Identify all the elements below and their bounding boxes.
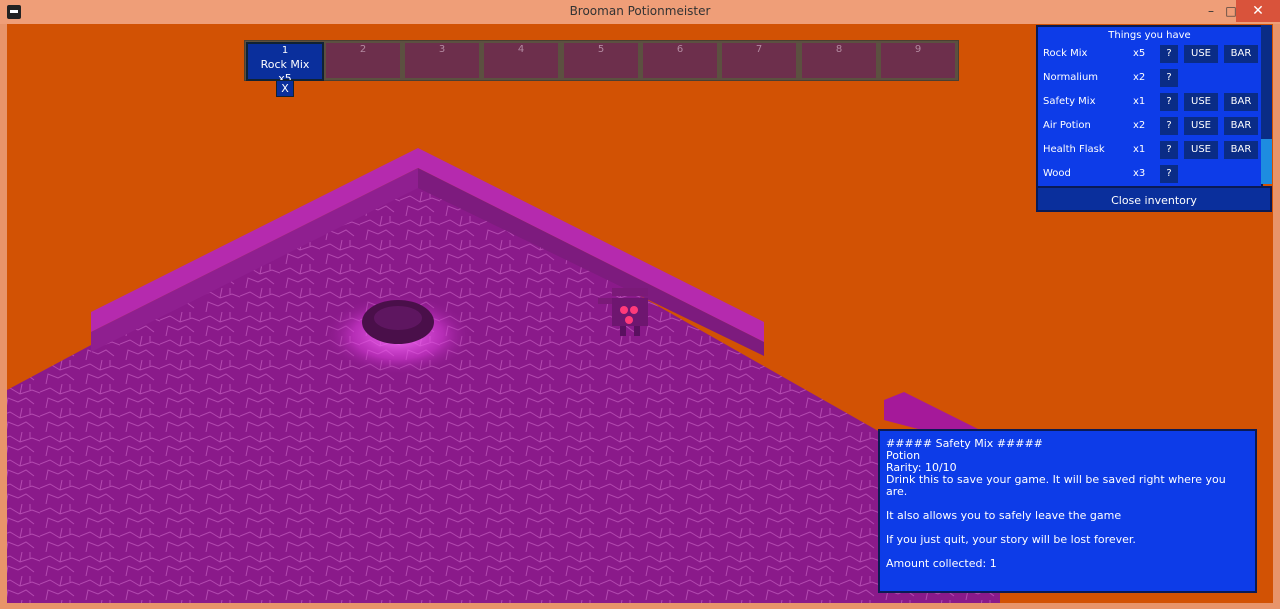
item-qty: x3 (1133, 168, 1146, 179)
window-title: Brooman Potionmeister (569, 4, 711, 18)
hotbar-slot-4[interactable]: 4 (484, 43, 558, 78)
item-bar-button[interactable]: BAR (1224, 93, 1258, 111)
hotbar-slot-3[interactable]: 3 (405, 43, 479, 78)
item-qty: x2 (1133, 72, 1146, 83)
slot-number: 4 (517, 44, 525, 55)
description-header: ##### Safety Mix ##### (886, 437, 1043, 450)
inventory-row: Safety Mix x1 ? USE BAR (1038, 93, 1270, 113)
slot-number: 7 (755, 44, 763, 55)
item-name: Normalium (1043, 72, 1099, 83)
slot-number: 1 (281, 45, 289, 56)
inventory-row: Rock Mix x5 ? USE BAR (1038, 45, 1270, 65)
hotbar-slot-1[interactable]: 1 Rock Mix x5 (246, 42, 324, 85)
item-info-button[interactable]: ? (1160, 117, 1178, 135)
item-description-panel: ##### Safety Mix ##### Potion Rarity: 10… (878, 429, 1257, 593)
item-name: Safety Mix (1043, 96, 1096, 107)
close-inventory-button[interactable]: Close inventory (1036, 186, 1272, 212)
inventory-row: Wood x3 ? (1038, 165, 1270, 185)
item-qty: x2 (1133, 120, 1146, 131)
hotbar-slot-9[interactable]: 9 (881, 43, 955, 78)
close-window-button[interactable]: ✕ (1236, 0, 1280, 22)
item-use-button[interactable]: USE (1184, 45, 1218, 63)
item-qty: x1 (1133, 96, 1146, 107)
hotbar-slot-6[interactable]: 6 (643, 43, 717, 78)
hotbar-slot-7[interactable]: 7 (722, 43, 796, 78)
hotbar-slot-8[interactable]: 8 (802, 43, 876, 78)
item-bar-button[interactable]: BAR (1224, 45, 1258, 63)
slot-item: Rock Mix (260, 58, 310, 71)
slot-number: 3 (438, 44, 446, 55)
item-bar-button[interactable]: BAR (1224, 117, 1258, 135)
item-name: Health Flask (1043, 144, 1105, 155)
item-info-button[interactable]: ? (1160, 45, 1178, 63)
item-use-button[interactable]: USE (1184, 93, 1218, 111)
slot-number: 8 (835, 44, 843, 55)
item-use-button[interactable]: USE (1184, 141, 1218, 159)
item-qty: x1 (1133, 144, 1146, 155)
description-line: If you just quit, your story will be los… (886, 533, 1136, 546)
inventory-panel: Things you have Rock Mix x5 ? USE BAR No… (1036, 25, 1263, 188)
slot-number: 5 (597, 44, 605, 55)
inventory-title: Things you have (1108, 30, 1191, 41)
slot-number: 2 (359, 44, 367, 55)
hotbar-slot-2[interactable]: 2 (326, 43, 400, 78)
slot-number: 9 (914, 44, 922, 55)
floor (7, 170, 1000, 603)
description-amount: Amount collected: 1 (886, 557, 997, 570)
hotbar-slot-5[interactable]: 5 (564, 43, 638, 78)
inventory-row: Normalium x2 ? (1038, 69, 1270, 89)
item-name: Air Potion (1043, 120, 1091, 131)
item-info-button[interactable]: ? (1160, 141, 1178, 159)
title-bar: Brooman Potionmeister – □ ✕ (0, 0, 1280, 24)
description-line: It also allows you to safely leave the g… (886, 509, 1122, 522)
description-line: Drink this to save your game. It will be… (886, 473, 1226, 498)
item-use-button[interactable]: USE (1184, 117, 1218, 135)
item-qty: x5 (1133, 48, 1146, 59)
item-name: Wood (1043, 168, 1071, 179)
inventory-row: Air Potion x2 ? USE BAR (1038, 117, 1270, 137)
inventory-scrollbar[interactable] (1261, 25, 1272, 184)
hotbar: 1 Rock Mix x5 2 3 4 5 6 7 8 9 (244, 40, 959, 85)
inventory-scroll-thumb[interactable] (1261, 139, 1272, 184)
item-bar-button[interactable]: BAR (1224, 141, 1258, 159)
slot-number: 6 (676, 44, 684, 55)
item-info-button[interactable]: ? (1160, 69, 1178, 87)
item-info-button[interactable]: ? (1160, 165, 1178, 183)
remove-from-hotbar-button[interactable]: X (276, 80, 294, 97)
inventory-row: Health Flask x1 ? USE BAR (1038, 141, 1270, 161)
item-name: Rock Mix (1043, 48, 1088, 59)
item-info-button[interactable]: ? (1160, 93, 1178, 111)
